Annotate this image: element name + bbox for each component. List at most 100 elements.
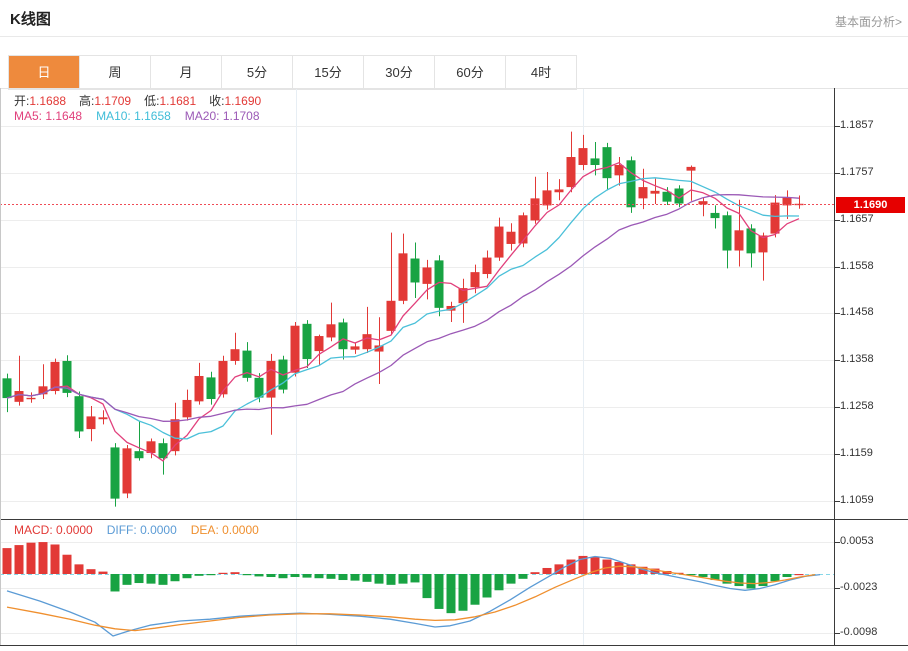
candle-body [651,191,660,194]
macd-histogram-bar [303,574,312,578]
candle-body [135,451,144,458]
macd-histogram-bar [795,574,804,575]
macd-histogram-bar [231,572,240,574]
diff-line [7,557,820,637]
macd-histogram-bar [327,574,336,579]
candle-body [231,349,240,361]
macd-histogram-bar [507,574,516,584]
low-label: 低: [144,94,159,108]
candle-body [759,235,768,252]
page-title: K线图 [10,8,51,29]
candle-body [507,232,516,244]
macd-histogram-bar [579,556,588,574]
macd-histogram-bar [135,574,144,583]
macd-histogram-bar [735,574,744,586]
candle-body [315,336,324,351]
candle-body [255,378,264,398]
candle-body [579,148,588,165]
macd-histogram-bar [783,574,792,577]
macd-histogram-bar [291,574,300,577]
candle-body [183,400,192,417]
candle-body [39,386,48,394]
tab-60min[interactable]: 60分 [435,56,506,89]
candle-body [375,345,384,351]
candle-body [627,160,636,207]
macd-histogram-bar [759,574,768,586]
price-axis-label: 1.1558 [840,260,874,272]
macd-histogram-bar [555,564,564,574]
candle-body [735,230,744,250]
candle-body [111,447,120,498]
current-price-badge: 1.1690 [836,197,905,213]
macd-histogram-bar [183,574,192,578]
macd-histogram-bar [639,567,648,574]
candle-body [3,378,12,398]
macd-histogram-bar [399,574,408,584]
macd-histogram-bar [351,574,360,581]
price-axis-label: 1.1657 [840,213,874,225]
tab-30min[interactable]: 30分 [364,56,435,89]
ma20-line [7,195,799,422]
macd-histogram-bar [591,557,600,574]
macd-histogram-bar [675,573,684,574]
candle-body [267,361,276,398]
tab-day[interactable]: 日 [9,56,80,89]
candle-body [207,377,216,399]
tab-15min[interactable]: 15分 [293,56,364,89]
candle-body [363,334,372,349]
candle-body [555,189,564,192]
candle-body [495,227,504,258]
candle-body [447,306,456,311]
candle-body [543,190,552,205]
tab-5min[interactable]: 5分 [222,56,293,89]
macd-histogram-bar [159,574,168,585]
candle-body [279,360,288,390]
candle-body [99,417,108,419]
macd-histogram-bar [279,574,288,578]
open-value: 1.1688 [29,94,66,108]
dea-line [7,566,815,630]
macd-histogram-bar [51,544,60,574]
candle-body [675,188,684,203]
candle-body [459,288,468,303]
macd-readout: MACD: 0.0000DIFF: 0.0000DEA: 0.0000 [14,523,259,537]
macd-histogram-bar [219,573,228,574]
macd-histogram-bar [711,574,720,580]
candle-body [411,259,420,283]
candle-body [243,351,252,378]
ma10-readout: MA10: 1.1658 [96,109,171,123]
fundamental-analysis-link[interactable]: 基本面分析> [835,13,902,30]
candle-body [423,267,432,283]
candle-body [795,204,804,205]
macd-histogram-bar [375,574,384,584]
candle-body [567,157,576,187]
tab-4hour[interactable]: 4时 [506,56,576,89]
dea-value-readout: DEA: 0.0000 [191,523,259,537]
candle-body [51,362,60,391]
price-axis-label: 1.1757 [840,166,874,178]
macd-histogram-bar [771,574,780,581]
candle-body [471,272,480,287]
candle-body [159,443,168,458]
macd-histogram-bar [147,574,156,584]
macd-histogram-bar [519,574,528,579]
macd-axis-label: 0.0053 [840,535,874,547]
candle-body [195,376,204,401]
high-label: 高: [79,94,94,108]
interval-tabbar: 日 周 月 5分 15分 30分 60分 4时 [8,55,577,90]
macd-histogram-bar [435,574,444,609]
macd-value-readout: MACD: 0.0000 [14,523,93,537]
low-value: 1.1681 [159,94,196,108]
tab-month[interactable]: 月 [151,56,222,89]
ma-readout: MA5: 1.1648MA10: 1.1658MA20: 1.1708 [14,109,260,123]
macd-histogram-bar [15,545,24,574]
close-label: 收: [209,94,224,108]
candle-body [63,361,72,393]
macd-histogram-bar [87,569,96,574]
tab-week[interactable]: 周 [80,56,151,89]
macd-histogram-bar [207,574,216,575]
candle-body [483,258,492,274]
macd-histogram-bar [615,562,624,574]
macd-histogram-bar [315,574,324,578]
candle-body [147,441,156,453]
